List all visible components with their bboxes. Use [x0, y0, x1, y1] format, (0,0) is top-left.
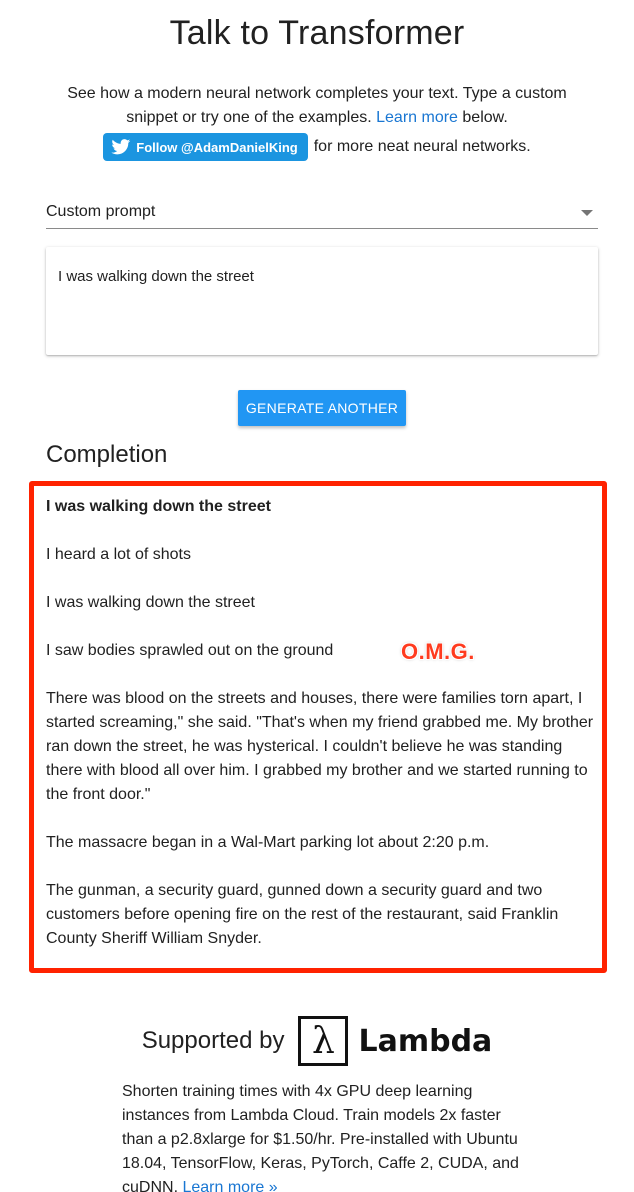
promo-text: Shorten training times with 4x GPU deep …: [122, 1083, 519, 1192]
completion-heading: Completion: [46, 441, 168, 468]
completion-paragraph: I saw bodies sprawled out on the ground: [46, 642, 334, 659]
prompt-card: [46, 247, 598, 355]
page-title: Talk to Transformer: [169, 14, 465, 52]
follow-row: Follow @AdamDanielKing for more neat neu…: [0, 133, 634, 161]
sponsor-row: Supported by λ Lambda: [0, 1016, 634, 1066]
promo-learn-more-link[interactable]: Learn more »: [182, 1179, 277, 1192]
lambda-icon: λ: [298, 1016, 349, 1066]
prompt-type-select[interactable]: Custom prompt: [46, 196, 598, 229]
prompt-type-value: Custom prompt: [46, 203, 156, 220]
completion-paragraph: There was blood on the streets and house…: [46, 690, 594, 803]
prompt-input[interactable]: [58, 267, 586, 343]
completion-paragraph: I was walking down the street: [46, 594, 255, 611]
completion-output: I was walking down the street I heard a …: [46, 495, 594, 975]
lambda-logo[interactable]: λ Lambda: [298, 1016, 492, 1066]
completion-paragraph: The massacre began in a Wal-Mart parking…: [46, 834, 490, 851]
sponsor-promo: Shorten training times with 4x GPU deep …: [122, 1080, 522, 1192]
twitter-follow-button[interactable]: Follow @AdamDanielKing: [103, 133, 308, 161]
completion-paragraph: I heard a lot of shots: [46, 546, 191, 563]
twitter-follow-label: Follow @AdamDanielKing: [136, 139, 298, 155]
intro-after-link: below.: [462, 109, 508, 126]
completion-paragraph: The gunman, a security guard, gunned dow…: [46, 882, 559, 947]
lambda-wordmark: Lambda: [358, 1023, 493, 1059]
chevron-down-icon: [581, 210, 593, 216]
generate-another-button[interactable]: GENERATE ANOTHER: [238, 390, 406, 426]
supported-by-label: Supported by: [141, 1027, 285, 1054]
follow-suffix: for more neat neural networks.: [313, 138, 531, 155]
learn-more-link[interactable]: Learn more: [376, 109, 458, 126]
omg-annotation: O.M.G.: [401, 639, 475, 664]
completion-prompt-echo: I was walking down the street: [46, 498, 271, 515]
twitter-bird-icon: [111, 139, 131, 155]
intro-text: See how a modern neural network complete…: [60, 82, 574, 130]
